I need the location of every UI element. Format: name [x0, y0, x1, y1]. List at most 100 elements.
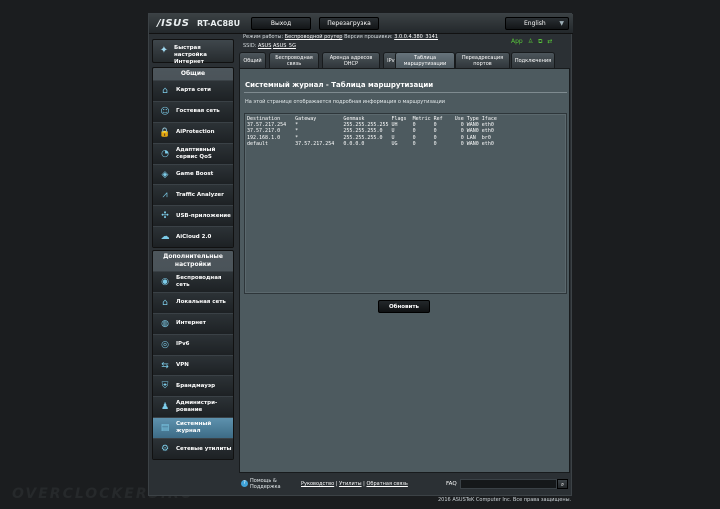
advanced-header: Дополнительные настройки [163, 253, 223, 268]
sidebar-item-label: IPv6 [176, 341, 190, 348]
status-icons: App ♙ ⧉ ⇄ [511, 38, 552, 46]
router-admin-window: /ISUS RT-AC88U Выход Перезагрузка Englis… [148, 13, 573, 496]
sidebar-item-system-log[interactable]: ▤ Системный журнал [153, 417, 233, 439]
faq-label: FAQ [446, 481, 457, 487]
feedback-link[interactable]: Обратная связь [366, 481, 407, 487]
usb-icon: ✣ [161, 211, 169, 222]
home-icon: ⌂ [162, 297, 168, 308]
network-status-icon[interactable]: ⧉ [538, 38, 542, 46]
reboot-button[interactable]: Перезагрузка [319, 17, 379, 30]
advanced-menu: Дополнительные настройки ◉ Беспроводная с… [152, 250, 234, 461]
sidebar-item-globe[interactable]: ◍ Интернет [153, 312, 233, 334]
usb-status-icon[interactable]: ⇄ [547, 38, 552, 46]
copyright: 2016 ASUSTeK Computer Inc. Все права защ… [438, 497, 572, 503]
footer: ? Помощь & Поддержка Руководство | Утили… [239, 476, 570, 494]
sidebar-item-firewall-shield[interactable]: ⛨ Брандмауэр [153, 375, 233, 397]
general-menu: Общие ⌂ Карта сети ☺ Гостевая сеть 🔒 AiProtec… [152, 67, 234, 249]
user-icon[interactable]: ♙ [528, 38, 533, 46]
sidebar-item-cloud[interactable]: ☁ AiCloud 2.0 [153, 226, 233, 248]
sidebar-item-label: Карта сети [176, 87, 211, 94]
sidebar-item-network-map[interactable]: ⌂ Карта сети [153, 80, 233, 101]
tab-5[interactable]: Переадресация портов [455, 52, 510, 68]
admin-user-icon: ♟ [160, 402, 170, 413]
utilities-link[interactable]: Утилиты [339, 481, 362, 487]
routing-table-text: Destination Gateway Genmask Flags Metric… [247, 116, 497, 147]
page-title: Системный журнал - Таблица маршрутизации [245, 81, 434, 89]
sidebar-item-label: Game Boost [176, 171, 214, 177]
firmware-label: Версия прошивки: [344, 34, 393, 40]
sidebar-item-admin-user[interactable]: ♟ Администри-рование [153, 396, 233, 418]
network-map-icon: ⌂ [162, 85, 168, 96]
tab-2[interactable]: Аренда адресов DHCP [322, 52, 380, 68]
tab-0[interactable]: Общий [239, 52, 266, 68]
help-support-link[interactable]: Помощь & Поддержка [250, 478, 292, 490]
page-description: На этой странице отображается подробная … [245, 99, 446, 105]
sidebar-item-label: Сетевые утилиты [176, 445, 232, 452]
sidebar-item-label: Traffic Analyzer [176, 191, 224, 198]
language-value: English [524, 20, 546, 27]
sidebar-item-label: AiCloud 2.0 [176, 233, 212, 240]
globe-icon: ◍ [161, 318, 169, 329]
separator: | [363, 481, 365, 487]
footer-links: Руководство | Утилиты | Обратная связь [301, 481, 408, 487]
language-select[interactable]: English ▼ [505, 17, 569, 30]
sidebar-item-lock[interactable]: 🔒 AiProtection [153, 121, 233, 143]
separator: | [335, 481, 338, 487]
system-log-icon: ▤ [160, 423, 170, 434]
tab-1[interactable]: Беспроводная связь [269, 52, 319, 68]
sidebar-item-traffic-chart[interactable]: ⩘ Traffic Analyzer [153, 184, 233, 206]
guest-network-icon: ☺ [160, 106, 170, 117]
sidebar-item-label: Администри-рование [176, 400, 218, 414]
sidebar-item-label: VPN [176, 362, 189, 368]
sidebar-item-qos-gauge[interactable]: ◔ Адаптивный сервис QoS [153, 142, 233, 164]
sidebar-item-label: Гостевая сеть [176, 108, 220, 115]
search-icon[interactable]: ⌕ [557, 479, 568, 489]
title-divider [244, 92, 567, 93]
sidebar-item-label: Беспроводная сеть [176, 274, 222, 288]
sidebar-item-network-tools[interactable]: ⚙ Сетевые утилиты [153, 438, 233, 460]
help-icon: ? [241, 480, 248, 487]
network-tools-icon: ⚙ [160, 444, 170, 455]
cloud-icon: ☁ [160, 232, 170, 243]
faq-search-input[interactable] [460, 479, 557, 489]
quick-setup-label: Быстрая настройка Интернет [174, 45, 207, 65]
sidebar-item-home[interactable]: ⌂ Локальная сеть [153, 291, 233, 313]
status-info: Режим работы: Беспроводной роутер Версия… [243, 33, 438, 51]
manual-link[interactable]: Руководство [301, 481, 334, 487]
sidebar-item-vpn[interactable]: ⇆ VPN [153, 354, 233, 376]
sidebar-item-guest-network[interactable]: ☺ Гостевая сеть [153, 100, 233, 122]
chevron-down-icon: ▼ [559, 20, 564, 27]
sidebar-item-ipv6[interactable]: ◎ IPv6 [153, 333, 233, 355]
asus-logo: /ISUS [157, 18, 190, 29]
sidebar-item-gamepad[interactable]: ◈ Game Boost [153, 163, 233, 185]
gamepad-icon: ◈ [161, 169, 169, 180]
wifi-icon: ◉ [161, 276, 169, 287]
sidebar-item-label: Системный журнал [176, 421, 212, 435]
tab-6[interactable]: Подключения [511, 52, 555, 68]
ssid-5g: ASUS_5G [272, 43, 296, 49]
traffic-chart-icon: ⩘ [162, 190, 168, 201]
refresh-button[interactable]: Обновить [378, 300, 430, 313]
mode-value-link[interactable]: Беспроводной роутер [285, 34, 343, 40]
tab-4[interactable]: Таблица маршрутизации [395, 52, 455, 68]
vpn-icon: ⇆ [161, 360, 169, 371]
sidebar-item-label: Брандмауэр [176, 382, 216, 389]
ssid-label: SSID: [243, 43, 257, 49]
model-name: RT-AC88U [197, 19, 241, 28]
sidebar-item-wifi[interactable]: ◉ Беспроводная сеть [153, 271, 233, 292]
sidebar-item-label: Локальная сеть [176, 299, 226, 306]
top-bar: /ISUS RT-AC88U Выход Перезагрузка Englis… [149, 14, 573, 34]
general-header: Общие [180, 70, 206, 77]
quick-setup-button[interactable]: ✦ Быстрая настройка Интернет [152, 39, 234, 65]
sidebar-item-usb[interactable]: ✣ USB-приложение [153, 205, 233, 227]
logout-button[interactable]: Выход [251, 17, 311, 30]
ssid-2g: ASUS [257, 43, 272, 49]
main-panel: Системный журнал - Таблица маршрутизации… [239, 68, 570, 473]
sidebar-item-label: AiProtection [176, 129, 215, 136]
firmware-value-link[interactable]: 3.0.0.4.380_3141 [394, 34, 438, 40]
routing-table-textarea[interactable]: Destination Gateway Genmask Flags Metric… [244, 113, 567, 294]
ipv6-icon: ◎ [161, 339, 169, 350]
app-link[interactable]: App [511, 38, 523, 46]
lock-icon: 🔒 [159, 127, 171, 138]
sidebar-item-label: USB-приложение [176, 212, 231, 219]
